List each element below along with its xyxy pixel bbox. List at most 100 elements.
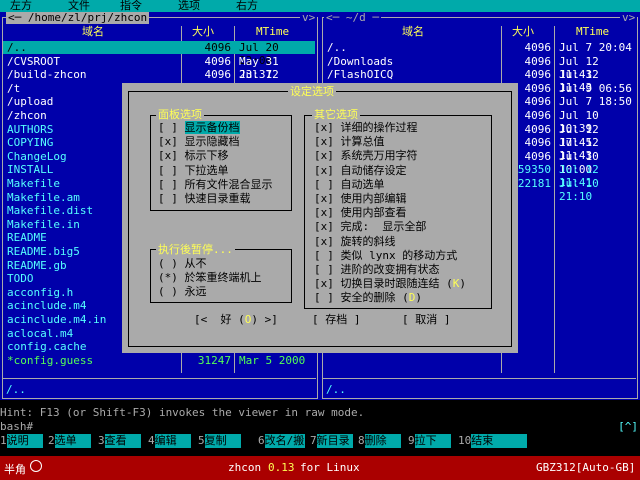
option-checkbox[interactable]: [ ] xyxy=(314,249,334,262)
function-key-bar: 1说明 2选单 3查看 4编辑 5复制 6改名/搬 7新目录 8删除 9拉下 10结束 xyxy=(0,434,640,448)
input-mode[interactable]: 半角 xyxy=(4,461,26,477)
option-checkbox[interactable]: [x] xyxy=(314,121,334,134)
left-col-size-header[interactable]: 大小 xyxy=(192,26,214,38)
option-checkbox[interactable]: ( ) xyxy=(158,257,178,270)
left-panel-path[interactable]: <─ /home/zl/prj/zhcon xyxy=(6,12,150,24)
options-dialog: 设定选项 面板选项 [ ] 显示备份档 [x] 显示隐藏档 [x] 标示下移[ ] … xyxy=(122,83,518,353)
file-row[interactable]: /Downloads 4096 Jul 12 11:43 xyxy=(323,55,635,81)
file-name: AUTHORS xyxy=(7,122,54,136)
file-row[interactable]: *config.guess 31247 Mar 5 2000 xyxy=(3,354,315,367)
right-panel-corner[interactable]: v> xyxy=(620,12,638,24)
option-item[interactable]: [ ] 进阶的改变拥有状态 xyxy=(314,263,440,276)
file-name: Makefile.am xyxy=(7,190,80,204)
right-col-time-header[interactable]: MTime xyxy=(576,26,609,38)
file-row[interactable]: /FlashOICQ 4096 Jul 12 11:43 xyxy=(323,68,635,94)
menu-right[interactable]: 右方 xyxy=(236,0,258,12)
file-size: 4096 xyxy=(204,54,232,68)
option-checkbox[interactable]: [x] xyxy=(314,235,334,248)
fkey-6[interactable]: 6改名/搬 xyxy=(258,434,305,448)
left-col-name-header[interactable]: 域名 xyxy=(82,26,104,38)
option-item[interactable]: [ ] 安全的删除 (D) xyxy=(314,291,422,304)
file-name: acconfig.h xyxy=(7,285,74,299)
option-item[interactable]: [x] 系统壳万用字符 xyxy=(314,149,418,162)
option-checkbox[interactable]: [ ] xyxy=(158,164,178,177)
encoding-indicator[interactable]: GBZ312[Auto-GB] xyxy=(536,461,635,474)
option-item[interactable]: [ ] 所有文件混合显示 xyxy=(158,178,273,191)
option-checkbox[interactable]: [x] xyxy=(314,206,334,219)
cancel-button[interactable]: [ 取消 ] xyxy=(402,313,451,326)
right-panel-path[interactable]: <─ ~/d ─ xyxy=(324,12,381,24)
right-col-size-header[interactable]: 大小 xyxy=(512,26,534,38)
option-item[interactable]: [x] 详细的操作过程 xyxy=(314,121,418,134)
terminal-screen: 左方 文件 指令 选项 右方 <─ /home/zl/prj/zhcon v> … xyxy=(0,0,640,480)
option-item[interactable]: [ ] 快速目录重载 xyxy=(158,192,251,205)
option-item[interactable]: [x] 使用内部编辑 xyxy=(314,192,407,205)
file-size: 4096 xyxy=(524,68,552,82)
option-item[interactable]: [x] 自动储存设定 xyxy=(314,164,407,177)
fkey-7[interactable]: 7新目录 xyxy=(310,434,353,448)
fkey-4[interactable]: 4编辑 xyxy=(148,434,191,448)
fkey-2[interactable]: 2选单 xyxy=(48,434,91,448)
option-label: 详细的操作过程 xyxy=(340,121,418,134)
ok-button[interactable]: [< 好 (O) >] xyxy=(194,313,278,326)
file-row[interactable]: /.. 4096 Jul 7 20:04 xyxy=(323,41,635,54)
save-button[interactable]: [ 存档 ] xyxy=(312,313,361,326)
fkey-number: 6 xyxy=(258,434,265,447)
fkey-9[interactable]: 9拉下 xyxy=(408,434,451,448)
option-item[interactable]: (*) 於笨重终端机上 xyxy=(158,271,262,284)
option-checkbox[interactable]: [x] xyxy=(314,135,334,148)
fkey-1[interactable]: 1说明 xyxy=(0,434,43,448)
option-item[interactable]: [x] 完成: 显示全部 xyxy=(314,220,426,233)
option-item[interactable]: [ ] 显示备份档 xyxy=(158,121,240,134)
file-row[interactable]: /CVSROOT 4096 May 31 23:37 xyxy=(3,54,315,81)
option-item[interactable]: [x] 显示隐藏档 xyxy=(158,135,240,148)
option-checkbox[interactable]: [ ] xyxy=(314,291,334,304)
right-col-name-header[interactable]: 域名 xyxy=(402,26,424,38)
option-item[interactable]: [ ] 类似 lynx 的移动方式 xyxy=(314,249,457,262)
left-panel-corner[interactable]: v> xyxy=(300,12,318,24)
option-item[interactable]: [x] 标示下移 xyxy=(158,149,229,162)
fkey-number: 1 xyxy=(0,434,7,447)
option-checkbox[interactable]: [x] xyxy=(314,192,334,205)
option-checkbox[interactable]: [ ] xyxy=(314,178,334,191)
file-row[interactable]: /build-zhcon4096Jul 12 23:29 xyxy=(3,68,315,94)
fkey-number: 7 xyxy=(310,434,317,447)
option-item[interactable]: [x] 切换目录时跟随连结 (K) xyxy=(314,277,466,290)
ok-button-suffix: ) >] xyxy=(251,313,278,326)
option-item[interactable]: [ ] 下拉选单 xyxy=(158,164,229,177)
option-checkbox[interactable]: [ ] xyxy=(158,178,178,191)
option-checkbox[interactable]: [ ] xyxy=(158,192,178,205)
option-checkbox[interactable]: [ ] xyxy=(314,263,334,276)
fkey-5[interactable]: 5复制 xyxy=(198,434,241,448)
option-item[interactable]: [x] 使用内部查看 xyxy=(314,206,407,219)
option-checkbox[interactable]: [x] xyxy=(314,220,334,233)
file-name: /zhcon xyxy=(7,109,47,122)
option-item[interactable]: [x] 计算总值 xyxy=(314,135,385,148)
fkey-10[interactable]: 10结束 xyxy=(458,434,528,448)
option-item[interactable]: [x] 旋转的斜线 xyxy=(314,235,396,248)
option-checkbox[interactable]: (*) xyxy=(158,271,178,284)
left-col-time-header[interactable]: MTime xyxy=(256,26,289,38)
option-checkbox[interactable]: ( ) xyxy=(158,285,178,298)
history-toggle[interactable]: [^] xyxy=(618,421,638,433)
fkey-8[interactable]: 8删除 xyxy=(358,434,401,448)
option-checkbox[interactable]: [x] xyxy=(314,149,334,162)
option-checkbox[interactable]: [x] xyxy=(158,135,178,148)
file-size: 4096 xyxy=(204,41,232,54)
option-label: 标示下移 xyxy=(184,149,229,163)
option-item[interactable]: ( ) 从不 xyxy=(158,257,207,270)
file-row[interactable]: /.. 4096 Jul 20 22:00 xyxy=(3,41,315,67)
option-checkbox[interactable]: [ ] xyxy=(158,121,178,134)
app-name: zhcon xyxy=(228,461,262,474)
shell-prompt[interactable]: bash# xyxy=(0,421,33,433)
option-checkbox[interactable]: [x] xyxy=(314,277,334,290)
option-checkbox[interactable]: [x] xyxy=(314,164,334,177)
option-item[interactable]: ( ) 永远 xyxy=(158,285,207,298)
file-name: Makefile xyxy=(7,177,60,190)
menu-options[interactable]: 选项 xyxy=(178,0,200,12)
option-item[interactable]: [ ] 自动选单 xyxy=(314,178,385,191)
option-label: 使用内部编辑 xyxy=(340,192,407,205)
option-checkbox[interactable]: [x] xyxy=(158,149,178,162)
fkey-number: 2 xyxy=(48,434,55,447)
fkey-3[interactable]: 3查看 xyxy=(98,434,141,448)
